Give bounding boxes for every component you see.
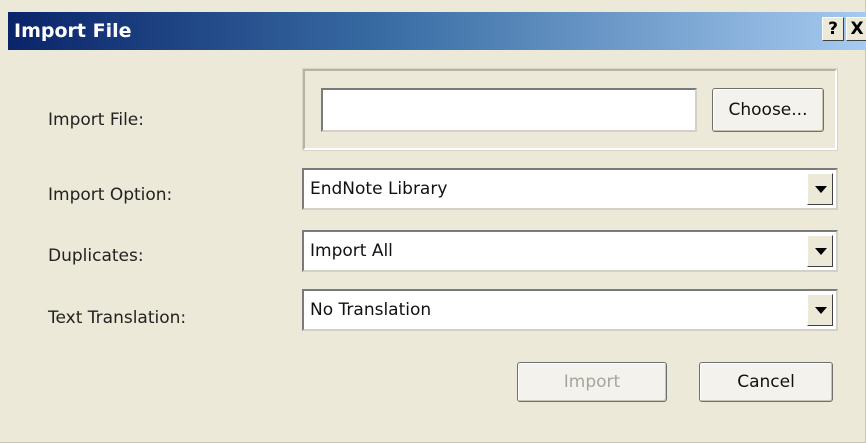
dialog-title: Import File (14, 20, 132, 42)
text-translation-select[interactable]: No Translation (302, 289, 838, 331)
title-bar[interactable]: Import File ? X (8, 12, 866, 50)
import-file-path-input[interactable] (321, 88, 697, 132)
close-button[interactable]: X (846, 17, 866, 41)
import-button[interactable]: Import (517, 362, 667, 402)
import-file-label: Import File: (48, 110, 144, 130)
cancel-button[interactable]: Cancel (699, 362, 833, 402)
import-option-value: EndNote Library (310, 179, 448, 199)
import-option-select[interactable]: EndNote Library (302, 168, 838, 210)
text-translation-value: No Translation (310, 300, 432, 320)
import-option-label: Import Option: (48, 185, 173, 205)
chevron-down-icon[interactable] (807, 294, 833, 326)
duplicates-label: Duplicates: (48, 246, 144, 266)
text-translation-label: Text Translation: (48, 308, 187, 328)
duplicates-value: Import All (310, 241, 393, 261)
chevron-down-icon[interactable] (807, 173, 833, 205)
choose-button[interactable]: Choose... (712, 88, 824, 132)
chevron-down-icon[interactable] (807, 235, 833, 267)
duplicates-select[interactable]: Import All (302, 230, 838, 272)
help-button[interactable]: ? (822, 17, 844, 41)
import-file-dialog: Import File ? X Import File: Choose... I… (0, 0, 866, 443)
